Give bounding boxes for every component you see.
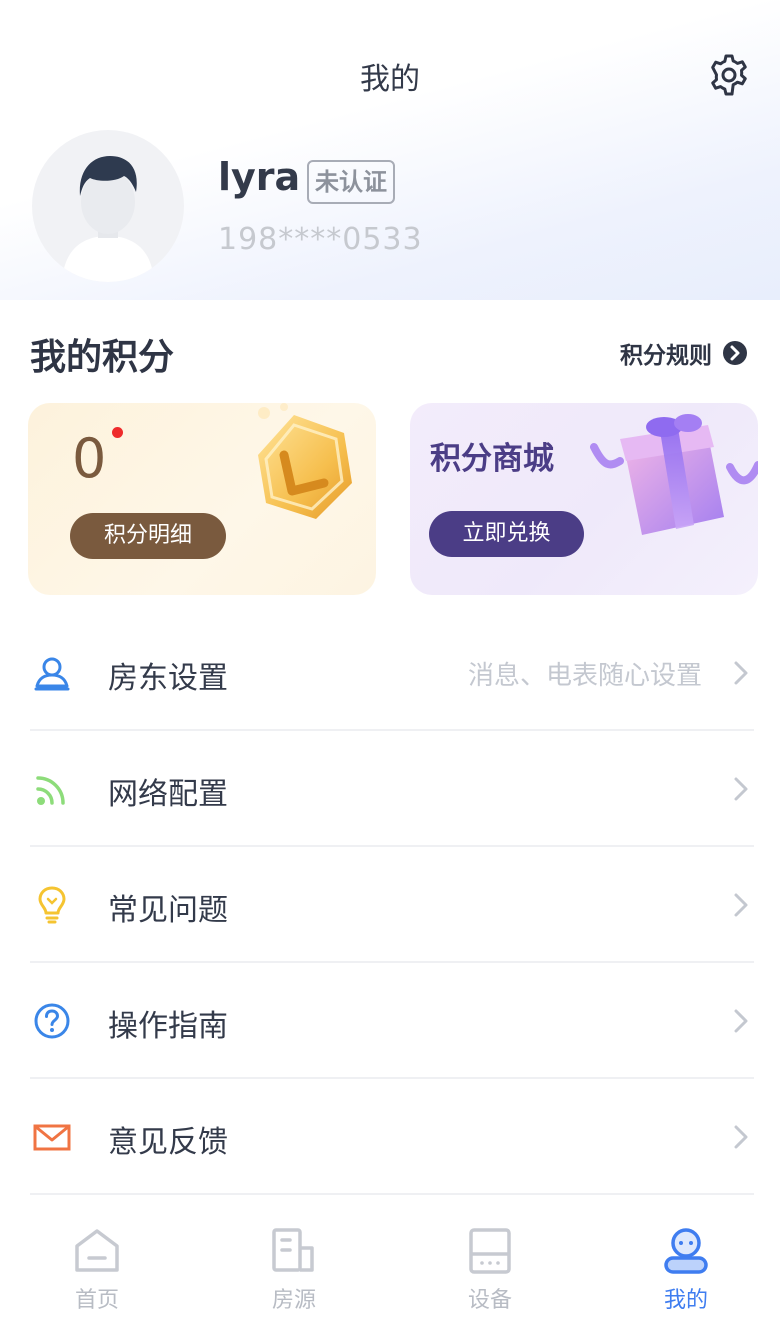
- menu-item-network-config[interactable]: 网络配置: [0, 731, 780, 847]
- tab-devices[interactable]: 设备: [430, 1212, 550, 1320]
- lightbulb-icon: [38, 886, 66, 924]
- avatar-person-icon: [62, 156, 154, 282]
- menu-item-label: 网络配置: [108, 777, 228, 812]
- building-icon: [272, 1228, 314, 1272]
- points-rules-link[interactable]: 积分规则: [620, 333, 748, 373]
- menu-item-hint: 消息、电表随心设置: [467, 661, 702, 691]
- tab-home[interactable]: 首页: [37, 1212, 157, 1320]
- tab-rooms[interactable]: 房源: [234, 1212, 354, 1320]
- divider: [30, 1193, 754, 1195]
- question-icon: [34, 1003, 70, 1039]
- tab-label: 设备: [467, 1288, 512, 1313]
- tab-label: 我的: [663, 1288, 708, 1313]
- menu-item-feedback[interactable]: 意见反馈: [0, 1079, 780, 1195]
- points-value: 0: [72, 427, 107, 490]
- notification-dot: [112, 427, 123, 438]
- menu-item-label: 常见问题: [108, 893, 228, 928]
- username: lyra: [218, 155, 301, 199]
- chevron-right-icon: [734, 1009, 748, 1033]
- chevron-right-icon: [734, 661, 748, 685]
- page-title: 我的: [360, 62, 420, 97]
- tab-mine[interactable]: 我的: [626, 1212, 746, 1320]
- tab-label: 房源: [271, 1288, 316, 1313]
- gear-icon[interactable]: [706, 52, 752, 98]
- profile-icon: [664, 1228, 708, 1274]
- points-mall-card[interactable]: 积分商城 立即兑换: [410, 403, 758, 595]
- menu-item-landlord-settings[interactable]: 房东设置 消息、电表随心设置: [0, 615, 780, 731]
- menu-item-guide[interactable]: 操作指南: [0, 963, 780, 1079]
- points-balance-card[interactable]: 0 积分明细: [28, 403, 376, 595]
- menu-item-label: 意见反馈: [108, 1125, 228, 1160]
- coin-icon: [258, 403, 352, 519]
- gift-icon: [590, 414, 758, 535]
- mail-icon: [33, 1124, 71, 1151]
- settings-menu: 房东设置 消息、电表随心设置 网络配置 常见问题 操作指南 意见反馈: [0, 615, 780, 1195]
- points-mall-title: 积分商城: [430, 441, 554, 477]
- wifi-icon: [36, 776, 65, 805]
- chevron-right-icon: [734, 893, 748, 917]
- menu-item-faq[interactable]: 常见问题: [0, 847, 780, 963]
- device-icon: [469, 1228, 511, 1274]
- redeem-button[interactable]: 立即兑换: [429, 511, 584, 557]
- chevron-right-icon: [734, 777, 748, 801]
- chevron-right-circle-icon: [723, 341, 747, 365]
- bottom-tab-bar: 首页 房源 设备 我的: [0, 1212, 780, 1320]
- menu-item-label: 房东设置: [108, 661, 228, 696]
- avatar[interactable]: [32, 130, 184, 282]
- header: 我的: [0, 40, 780, 110]
- tab-label: 首页: [74, 1288, 119, 1313]
- home-icon: [75, 1229, 119, 1272]
- points-detail-button[interactable]: 积分明细: [70, 513, 226, 559]
- points-rules-label: 积分规则: [620, 343, 712, 369]
- chevron-right-icon: [734, 1125, 748, 1149]
- phone-number: 198****0533: [218, 222, 423, 257]
- menu-item-label: 操作指南: [108, 1009, 228, 1044]
- person-icon: [34, 657, 70, 691]
- verify-status-badge[interactable]: 未认证: [307, 160, 395, 204]
- points-heading: 我的积分: [30, 337, 175, 378]
